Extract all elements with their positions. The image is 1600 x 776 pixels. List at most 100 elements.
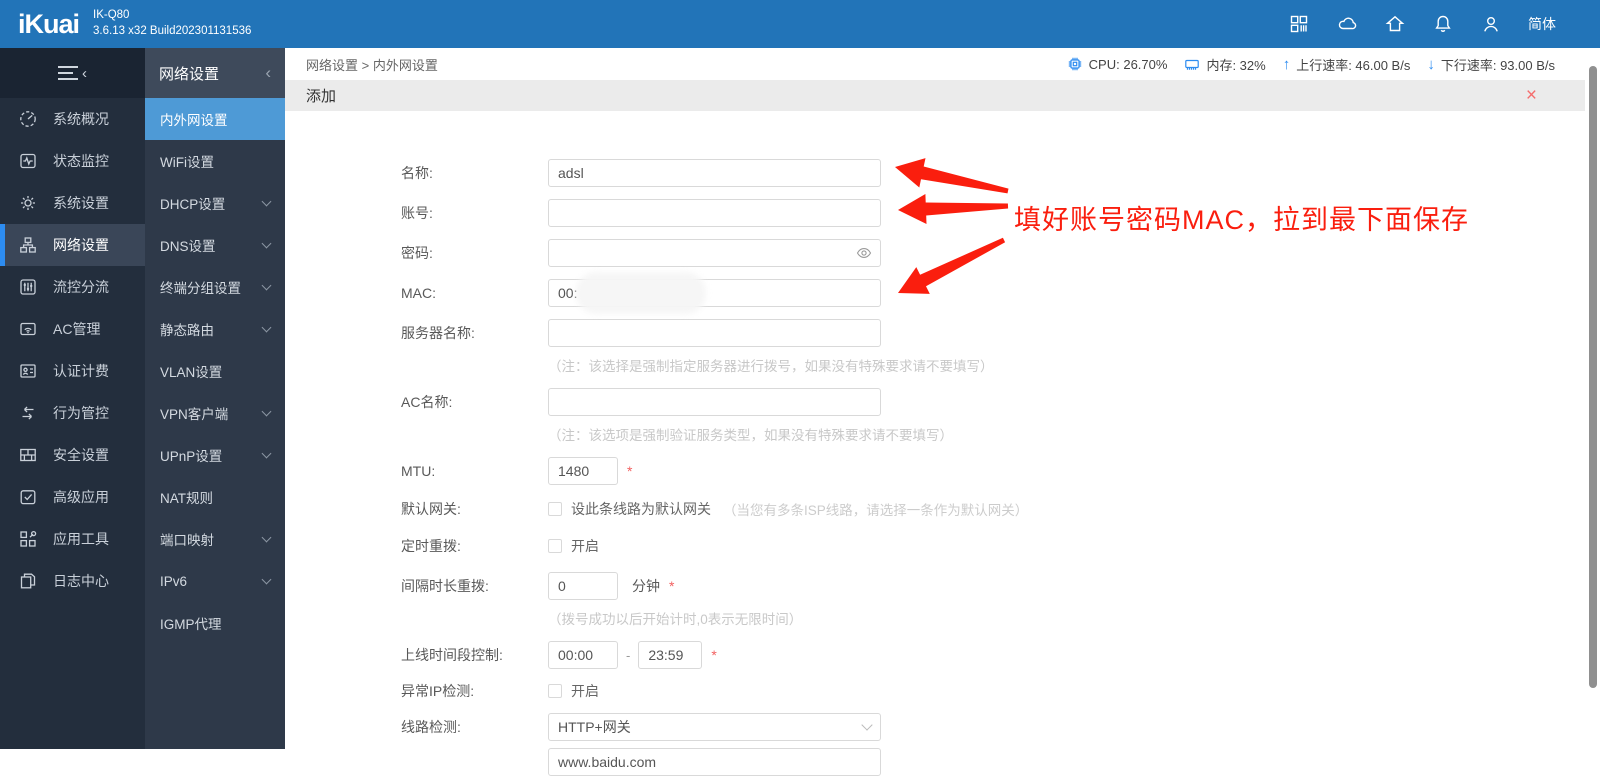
scrollbar-thumb[interactable] xyxy=(1589,66,1597,688)
submenu-item-label: 内外网设置 xyxy=(160,113,228,128)
redial-checkbox-label: 开启 xyxy=(571,538,599,554)
panel-title: 添加 xyxy=(306,88,337,105)
sidebar-item-label: 状态监控 xyxy=(53,153,109,169)
sidebar-item-label: 流控分流 xyxy=(53,279,109,295)
interval-unit: 分钟 xyxy=(632,578,660,594)
gateway-checkbox-label: 设此条线路为默认网关 xyxy=(571,501,711,517)
submenu-item[interactable]: 终端分组设置 xyxy=(145,266,285,308)
submenu-item-label: IGMP代理 xyxy=(160,617,222,632)
line-check-select[interactable]: HTTP+网关 xyxy=(548,713,881,741)
submenu-item[interactable]: VPN客户端 xyxy=(145,392,285,434)
submenu-item[interactable]: IPv6 xyxy=(145,560,285,602)
sidebar-item-behavior[interactable]: 行为管控 xyxy=(0,392,145,434)
chevron-down-icon xyxy=(261,574,272,584)
submenu-item[interactable]: IGMP代理 xyxy=(145,602,285,644)
online-time-label: 上线时间段控制: xyxy=(401,647,503,663)
system-status: CPU: 26.70% 内存: 32% ↑ 上行速率: 46.00 B/s ↓ … xyxy=(1067,55,1555,74)
required-mark: * xyxy=(627,463,633,479)
mtu-row: MTU: * xyxy=(401,457,1585,485)
monitor-icon xyxy=(18,151,38,171)
language-switch[interactable]: 简体 xyxy=(1528,14,1556,34)
submenu-item[interactable]: 静态路由 xyxy=(145,308,285,350)
name-input[interactable] xyxy=(548,159,881,187)
line-check-value: HTTP+网关 xyxy=(558,719,631,735)
main-content: 网络设置 > 内外网设置 CPU: 26.70% 内存: 32% ↑ 上行速率:… xyxy=(285,48,1585,776)
sidebar-item-label: 网络设置 xyxy=(53,237,109,253)
sidebar-item-gauge[interactable]: 系统概况 xyxy=(0,98,145,140)
password-label: 密码: xyxy=(401,245,433,261)
submenu-item[interactable]: DHCP设置 xyxy=(145,182,285,224)
submenu-item[interactable]: NAT规则 xyxy=(145,476,285,518)
interval-group: 间隔时长重拨: 分钟 * （拨号成功以后开始计时,0表示无限时间） xyxy=(401,572,1585,628)
gear-icon xyxy=(18,193,38,213)
redial-checkbox[interactable] xyxy=(548,539,562,553)
mac-input[interactable] xyxy=(548,279,881,307)
time-to-input[interactable] xyxy=(638,641,703,669)
upload-status: ↑ 上行速率: 46.00 B/s xyxy=(1283,55,1411,74)
sidebar-item-auth[interactable]: 认证计费 xyxy=(0,350,145,392)
chevron-down-icon xyxy=(261,196,272,206)
account-label: 账号: xyxy=(401,205,433,221)
submenu-item[interactable]: UPnP设置 xyxy=(145,434,285,476)
sidebar-item-network[interactable]: 网络设置 xyxy=(0,224,145,266)
device-info: IK-Q80 3.6.13 x32 Build202301131536 xyxy=(93,8,251,39)
close-icon[interactable]: × xyxy=(1526,86,1537,105)
submenu-item[interactable]: DNS设置 xyxy=(145,224,285,266)
chevron-down-icon xyxy=(861,719,873,731)
ac-label: AC名称: xyxy=(401,394,453,410)
collapse-left-icon: ‹ xyxy=(82,64,87,82)
ac-input[interactable] xyxy=(548,388,881,416)
sidebar-item-ac[interactable]: AC管理 xyxy=(0,308,145,350)
chevron-down-icon xyxy=(261,280,272,290)
line-check-host-input[interactable] xyxy=(548,748,881,776)
device-model: IK-Q80 xyxy=(93,9,130,22)
chevron-down-icon xyxy=(261,532,272,542)
interval-label: 间隔时长重拨: xyxy=(401,578,489,594)
sidebar-item-firewall[interactable]: 安全设置 xyxy=(0,434,145,476)
submenu-item-label: VPN客户端 xyxy=(160,407,229,422)
submenu-collapse-icon[interactable]: ‹ xyxy=(265,63,271,83)
submenu-items: 内外网设置 WiFi设置 DHCP设置 DNS设置终端分组设置静态路由 VLAN设置 VP… xyxy=(145,98,285,644)
ip-check-checkbox[interactable] xyxy=(548,684,562,698)
logs-icon xyxy=(18,571,38,591)
bell-icon[interactable] xyxy=(1432,13,1454,35)
advanced-icon xyxy=(18,487,38,507)
gateway-checkbox[interactable] xyxy=(548,502,562,516)
name-label: 名称: xyxy=(401,165,433,181)
sidebar-item-monitor[interactable]: 状态监控 xyxy=(0,140,145,182)
home-icon[interactable] xyxy=(1384,13,1406,35)
submenu-item[interactable]: 内外网设置 xyxy=(145,98,285,140)
ip-check-label: 异常IP检测: xyxy=(401,683,475,699)
sidebar-item-logs[interactable]: 日志中心 xyxy=(0,560,145,602)
app-logo: iKuai xyxy=(18,8,80,39)
interval-input[interactable] xyxy=(548,572,618,600)
password-input[interactable] xyxy=(548,239,881,267)
redial-label: 定时重拨: xyxy=(401,538,461,554)
submenu-item[interactable]: 端口映射 xyxy=(145,518,285,560)
eye-icon[interactable] xyxy=(856,245,872,261)
sidebar-item-advanced[interactable]: 高级应用 xyxy=(0,476,145,518)
account-input[interactable] xyxy=(548,199,881,227)
sidebar-item-label: AC管理 xyxy=(53,321,101,337)
sidebar-item-tools[interactable]: 应用工具 xyxy=(0,518,145,560)
sidebar-item-gear[interactable]: 系统设置 xyxy=(0,182,145,224)
required-mark: * xyxy=(669,578,675,594)
submenu-item[interactable]: VLAN设置 xyxy=(145,350,285,392)
chevron-down-icon xyxy=(261,448,272,458)
sidebar-collapse-button[interactable]: ‹ xyxy=(0,48,145,98)
sidebar-items: 系统概况状态监控系统设置网络设置流控分流 AC管理认证计费 行为管控 安全设置 高级应用… xyxy=(0,98,145,602)
cloud-icon[interactable] xyxy=(1336,13,1358,35)
apps-icon[interactable] xyxy=(1288,13,1310,35)
submenu-item[interactable]: WiFi设置 xyxy=(145,140,285,182)
submenu-item-label: 终端分组设置 xyxy=(160,281,241,296)
time-separator: - xyxy=(626,647,631,663)
user-icon[interactable] xyxy=(1480,13,1502,35)
breadcrumb: 网络设置 > 内外网设置 xyxy=(306,57,438,73)
scrollbar-track xyxy=(1585,48,1600,749)
chevron-down-icon xyxy=(261,322,272,332)
server-input[interactable] xyxy=(548,319,881,347)
upload-value: 上行速率: 46.00 B/s xyxy=(1296,57,1411,73)
time-from-input[interactable] xyxy=(548,641,618,669)
sidebar-item-sliders[interactable]: 流控分流 xyxy=(0,266,145,308)
mtu-input[interactable] xyxy=(548,457,618,485)
